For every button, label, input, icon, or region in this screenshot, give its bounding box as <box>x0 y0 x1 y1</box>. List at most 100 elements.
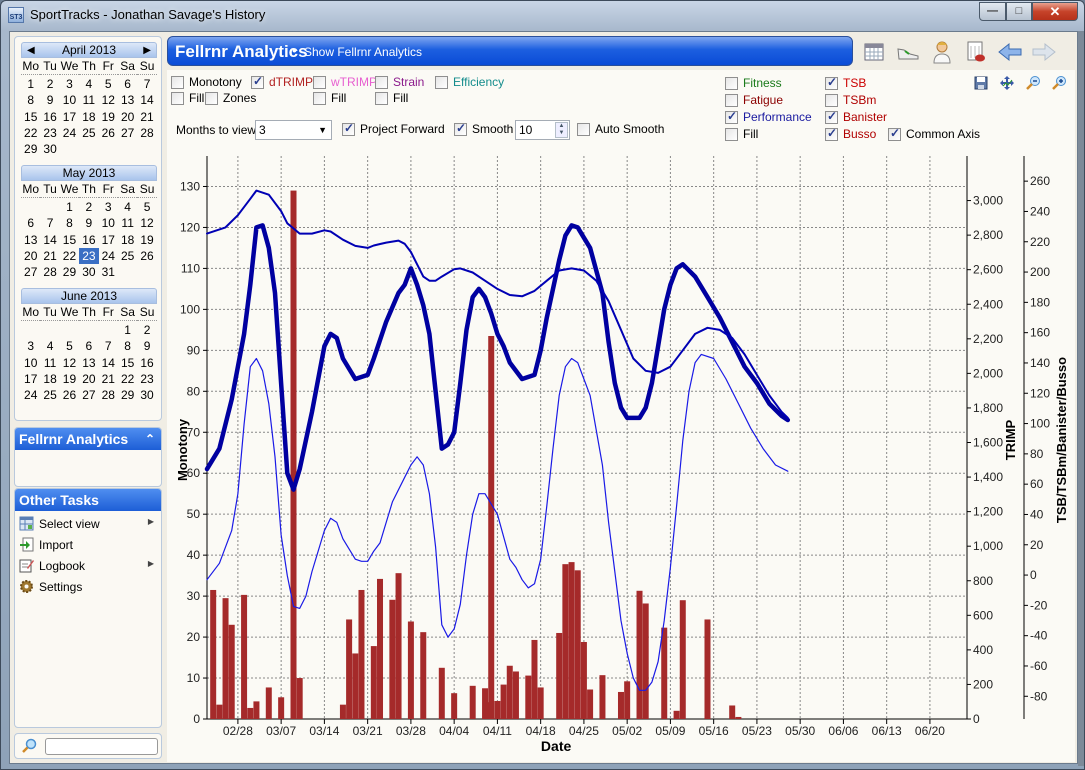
calendar-day[interactable]: 11 <box>79 92 98 108</box>
calendar-icon[interactable] <box>861 39 887 65</box>
analytics-panel-header[interactable]: Fellrnr Analytics ⌃ <box>15 428 161 450</box>
checkbox-box[interactable] <box>375 75 388 89</box>
task-settings[interactable]: Settings <box>15 576 161 597</box>
calendar-day[interactable]: 1 <box>21 76 40 92</box>
calendar-day[interactable]: 16 <box>79 232 98 248</box>
analytics-chart[interactable]: 0 10 20 30 40 50 60 70 80 90 100 110 120 130 02/28 03/0… <box>167 150 1075 762</box>
calendar-day[interactable]: 1 <box>118 322 137 338</box>
calendar-day[interactable]: 29 <box>21 141 40 157</box>
zoom-out-icon[interactable] <box>1025 75 1041 91</box>
calendar-day[interactable]: 2 <box>79 199 98 215</box>
calendar-day[interactable]: 18 <box>40 371 59 387</box>
checkbox-box[interactable] <box>888 126 901 141</box>
calendar-day[interactable]: 31 <box>99 264 118 280</box>
calendar-day[interactable]: 26 <box>60 387 79 403</box>
calendar-day[interactable]: 23 <box>40 125 59 141</box>
calendar-day[interactable]: 9 <box>40 92 59 108</box>
checkbox-box[interactable] <box>825 109 838 124</box>
calendar-day[interactable]: 21 <box>99 371 118 387</box>
calendar-day[interactable]: 14 <box>40 232 59 248</box>
checkbox-box[interactable] <box>825 75 838 90</box>
calendar-day[interactable]: 8 <box>21 92 40 108</box>
calendar-day[interactable]: 20 <box>21 248 40 264</box>
task-import[interactable]: Import <box>15 534 161 555</box>
checkbox-box[interactable] <box>825 126 838 141</box>
calendar-day[interactable]: 3 <box>21 338 40 354</box>
fatigue-checkbox[interactable]: Fatigue <box>725 93 783 107</box>
search-icon[interactable] <box>21 738 37 754</box>
calendar-day[interactable]: 5 <box>99 76 118 92</box>
maximize-button[interactable]: □ <box>1006 2 1032 21</box>
calendar-day[interactable]: 21 <box>40 248 59 264</box>
calendar-day[interactable]: 24 <box>60 125 79 141</box>
calendar-day[interactable]: 24 <box>99 248 118 264</box>
fit-icon[interactable] <box>999 75 1015 91</box>
calendar-day[interactable]: 4 <box>40 338 59 354</box>
calendar-day[interactable]: 8 <box>60 215 79 231</box>
calendar-day[interactable]: 24 <box>21 387 40 403</box>
calendar-day[interactable]: 27 <box>21 264 40 280</box>
calendar-day[interactable]: 26 <box>137 248 156 264</box>
calendar-day[interactable]: 10 <box>60 92 79 108</box>
calendar-day[interactable]: 25 <box>40 387 59 403</box>
calendar-day[interactable]: 14 <box>137 92 156 108</box>
calendar-day[interactable]: 27 <box>79 387 98 403</box>
next-month-icon[interactable]: ▶ <box>143 43 151 58</box>
wtrimp-checkbox[interactable]: wTRIMP <box>313 75 377 89</box>
search-input[interactable] <box>45 738 158 755</box>
smooth-checkbox[interactable]: Smooth <box>454 121 513 136</box>
checkbox-box[interactable] <box>342 121 355 136</box>
save-icon[interactable] <box>973 75 989 91</box>
calendar-day[interactable]: 30 <box>40 141 59 157</box>
wtrimp-fill-checkbox[interactable]: Fill <box>313 91 346 105</box>
task-logbook[interactable]: Logbook ▶ <box>15 555 161 576</box>
calendar-day[interactable]: 12 <box>60 355 79 371</box>
task-select-view[interactable]: Select view ▶ <box>15 513 161 534</box>
calendar-day[interactable]: 29 <box>118 387 137 403</box>
zones-checkbox[interactable]: Zones <box>205 91 256 105</box>
chart-svg[interactable]: 010203040506070809010011012013002/28 03/0… <box>167 150 1075 762</box>
calendar-day[interactable]: 23 <box>137 371 156 387</box>
checkbox-box[interactable] <box>171 91 184 105</box>
calendar-day[interactable]: 15 <box>21 109 40 125</box>
months-to-view-select[interactable]: 3 ▼ <box>255 120 332 140</box>
title-bar[interactable]: ST3 SportTracks - Jonathan Savage's Hist… <box>1 1 1084 29</box>
calendar-day[interactable]: 5 <box>137 199 156 215</box>
calendar-day[interactable]: 22 <box>60 248 79 264</box>
calendar-day[interactable]: 28 <box>137 125 156 141</box>
prev-month-icon[interactable]: ◀ <box>27 43 35 58</box>
calendar-day[interactable]: 23 <box>79 247 99 265</box>
checkbox-box[interactable] <box>375 91 388 105</box>
show-analytics-link[interactable]: Show Fellrnr Analytics <box>304 45 422 59</box>
checkbox-box[interactable] <box>825 93 838 107</box>
fitness-checkbox[interactable]: Fitness <box>725 76 782 90</box>
calendar-day[interactable]: 19 <box>137 232 156 248</box>
dtrimp-checkbox[interactable]: dTRIMP <box>251 74 313 89</box>
calendar-day[interactable]: 30 <box>137 387 156 403</box>
efficiency-checkbox[interactable]: Efficiency <box>435 75 504 89</box>
calendar-day[interactable]: 19 <box>60 371 79 387</box>
stepper-arrows-icon[interactable]: ▲ ▼ <box>555 122 568 138</box>
checkbox-box[interactable] <box>205 91 218 105</box>
calendar-day[interactable]: 6 <box>118 76 137 92</box>
calendar-day[interactable]: 5 <box>60 338 79 354</box>
checkbox-box[interactable] <box>313 75 326 89</box>
calendar-day[interactable]: 10 <box>21 355 40 371</box>
report-icon[interactable] <box>963 39 989 65</box>
strain-fill-checkbox[interactable]: Fill <box>375 91 408 105</box>
checkbox-box[interactable] <box>454 121 467 136</box>
calendar-day[interactable]: 27 <box>118 125 137 141</box>
checkbox-box[interactable] <box>725 109 738 124</box>
project-forward-checkbox[interactable]: Project Forward <box>342 121 445 136</box>
checkbox-box[interactable] <box>171 75 184 89</box>
monotony-fill-checkbox[interactable]: Fill <box>171 91 204 105</box>
calendar-day[interactable]: 25 <box>118 248 137 264</box>
calendar-day[interactable]: 20 <box>118 109 137 125</box>
busso-checkbox[interactable]: Busso <box>825 126 876 141</box>
calendar-day[interactable]: 9 <box>137 338 156 354</box>
calendar-day[interactable]: 1 <box>60 199 79 215</box>
calendar-day[interactable]: 11 <box>118 215 137 231</box>
checkbox-box[interactable] <box>313 91 326 105</box>
calendar-day[interactable]: 28 <box>99 387 118 403</box>
tsb-checkbox[interactable]: TSB <box>825 75 866 90</box>
